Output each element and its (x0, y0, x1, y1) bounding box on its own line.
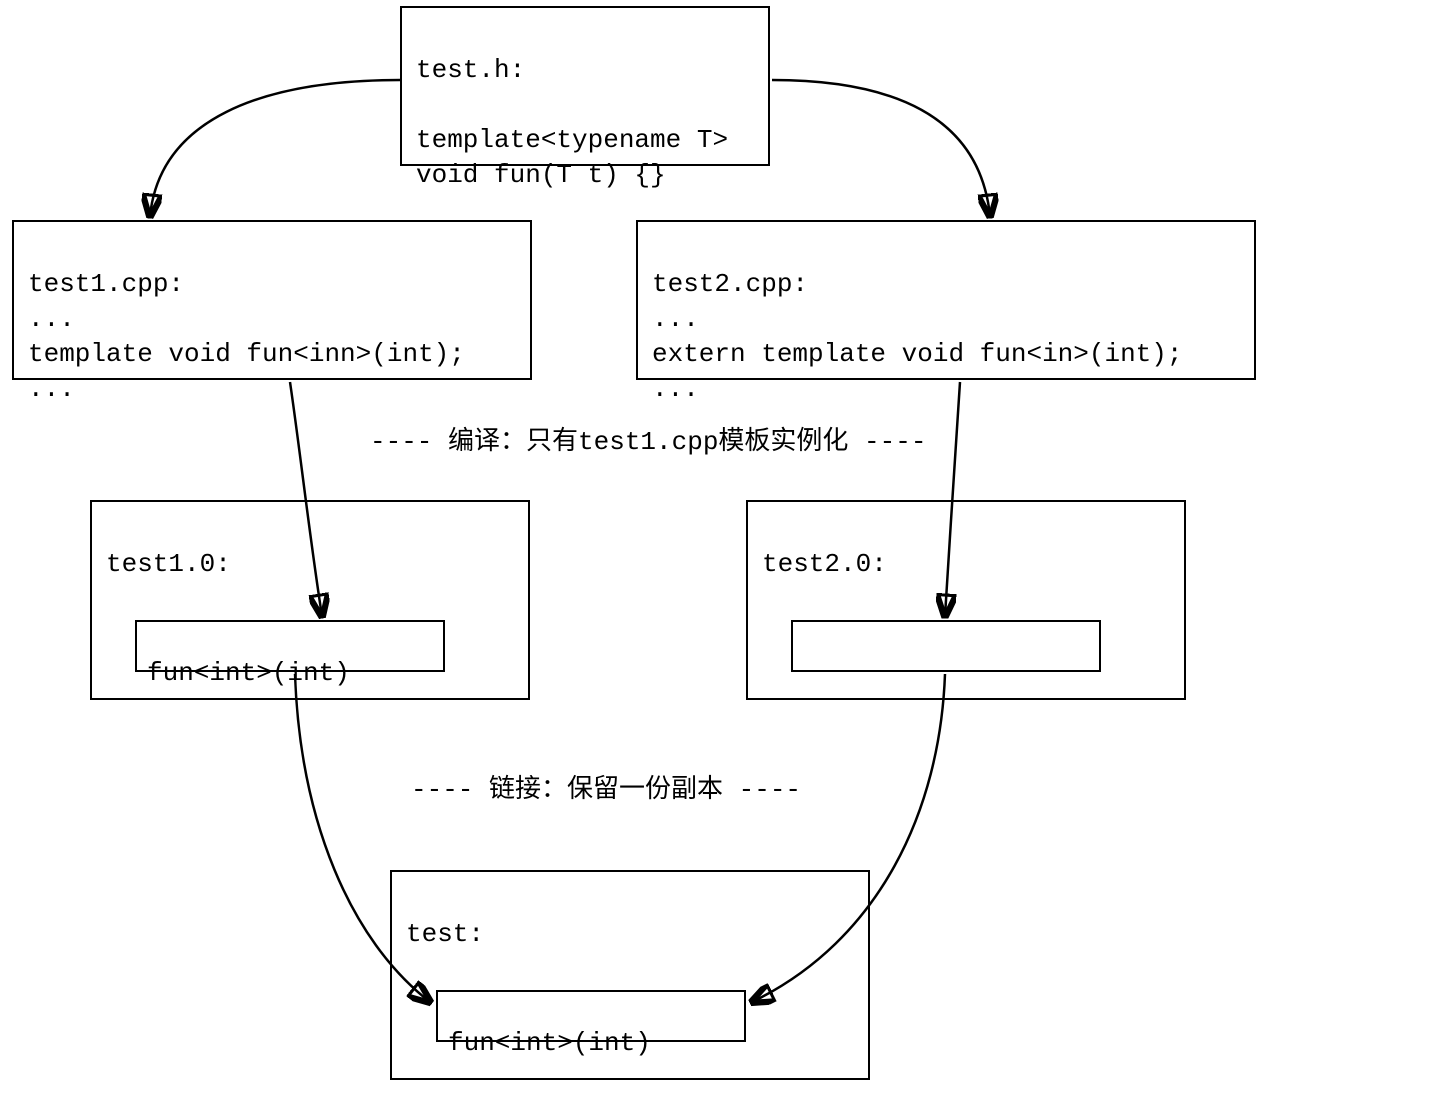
test-final-inner: fun<int>(int) (448, 1028, 651, 1058)
test1-title: test1.cpp: (28, 269, 184, 299)
inner-test2-empty (791, 620, 1101, 672)
arrow-h-to-left (150, 80, 400, 216)
test2-dots1: ... (652, 304, 699, 334)
test2-title: test2.cpp: (652, 269, 808, 299)
test2-dots2: ... (652, 374, 699, 404)
compile-label: ---- 编译：只有test1.cpp模板实例化 ---- (370, 420, 926, 457)
test-final-title: test: (406, 919, 484, 949)
arrow-h-to-right (772, 80, 990, 216)
link-label: ---- 链接：保留一份副本 ---- (411, 768, 801, 805)
inner-test1-fun: fun<int>(int) (135, 620, 445, 672)
test-h-title: test.h: (416, 55, 525, 85)
box-test2-cpp: test2.cpp: ... extern template void fun<… (636, 220, 1256, 380)
test1-line: template void fun<inn>(int); (28, 339, 465, 369)
test1-o-title: test1.0: (106, 549, 231, 579)
test2-line: extern template void fun<in>(int); (652, 339, 1183, 369)
inner-test-final-fun: fun<int>(int) (436, 990, 746, 1042)
test-h-line2: void fun(T t) {} (416, 160, 666, 190)
box-test-h: test.h: template<typename T> void fun(T … (400, 6, 770, 166)
test1-dots1: ... (28, 304, 75, 334)
test1-o-inner: fun<int>(int) (147, 658, 350, 688)
test1-dots2: ... (28, 374, 75, 404)
test-h-line1: template<typename T> (416, 125, 728, 155)
test2-o-title: test2.0: (762, 549, 887, 579)
box-test1-cpp: test1.cpp: ... template void fun<inn>(in… (12, 220, 532, 380)
